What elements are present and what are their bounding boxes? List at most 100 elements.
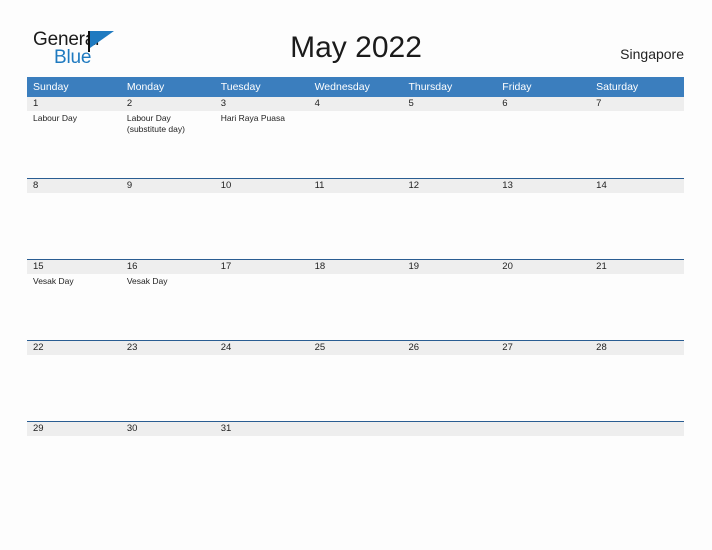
day-number: 15 (33, 261, 44, 272)
week-cells: 29 30 31 (27, 422, 684, 443)
day-number: 11 (314, 180, 325, 191)
day-number: 27 (502, 342, 513, 353)
event-list: Vesak Day (127, 276, 215, 287)
day-number: 14 (596, 180, 607, 191)
day-number: 3 (220, 98, 227, 109)
day-cell-10[interactable]: 10 (215, 179, 309, 259)
day-cell-11[interactable]: 11 (309, 179, 403, 259)
calendar-week-row: 22 23 24 25 26 27 28 (27, 340, 684, 421)
holiday-event: Hari Raya Puasa (220, 113, 285, 123)
day-cell-3[interactable]: 3 Hari Raya Puasa (215, 97, 309, 178)
day-cell-23[interactable]: 23 (121, 341, 215, 421)
day-cell-empty (402, 422, 496, 443)
day-number: 9 (126, 180, 133, 191)
day-number: 1 (33, 98, 39, 109)
event-list: Labour Day (33, 113, 121, 124)
page-header: General Blue May 2022 Singapore (0, 0, 712, 76)
day-cell-empty (590, 422, 684, 443)
calendar-week-row: 15 Vesak Day 16 Vesak Day 17 18 19 20 21 (27, 259, 684, 340)
day-cell-6[interactable]: 6 (496, 97, 590, 178)
event-list: Labour Day (substitute day) (127, 113, 215, 134)
day-cell-13[interactable]: 13 (496, 179, 590, 259)
day-of-week-wednesday: Wednesday (314, 81, 370, 93)
calendar-week-row: 1 Labour Day 2 Labour Day (substitute day) 3… (27, 97, 684, 178)
day-of-week-thursday: Thursday (408, 81, 453, 93)
day-cell-1[interactable]: 1 Labour Day (27, 97, 121, 178)
day-cell-26[interactable]: 26 (402, 341, 496, 421)
day-number: 12 (408, 180, 420, 191)
day-number: 30 (126, 423, 138, 434)
day-number: 18 (314, 261, 326, 272)
calendar-week-row: 29 30 31 (27, 421, 684, 443)
day-cell-19[interactable]: 19 (402, 260, 496, 340)
week-cells: 22 23 24 25 26 27 28 (27, 341, 684, 421)
day-number: 24 (220, 342, 232, 353)
calendar-page: General Blue May 2022 Singapore Sunday Mo… (0, 0, 712, 550)
day-number: 26 (408, 342, 420, 353)
day-of-week-tuesday: Tuesday (220, 81, 261, 93)
day-number: 22 (33, 342, 44, 353)
day-cell-2[interactable]: 2 Labour Day (substitute day) (121, 97, 215, 178)
holiday-event: Vesak Day (126, 276, 168, 286)
day-of-week-saturday: Saturday (596, 81, 639, 93)
day-cell-21[interactable]: 21 (590, 260, 684, 340)
event-list: Hari Raya Puasa (221, 113, 309, 124)
day-number: 21 (596, 261, 607, 272)
day-cell-25[interactable]: 25 (309, 341, 403, 421)
day-of-week-monday: Monday (126, 81, 165, 93)
day-of-week-sunday: Sunday (33, 81, 69, 93)
day-number: 23 (126, 342, 138, 353)
day-number: 16 (126, 261, 138, 272)
day-of-week-header: Sunday Monday Tuesday Wednesday Thursday Frid… (27, 77, 684, 97)
day-cell-24[interactable]: 24 (215, 341, 309, 421)
week-cells: 1 Labour Day 2 Labour Day (substitute day) 3… (27, 97, 684, 178)
holiday-event: Labour Day (substitute day) (126, 113, 185, 134)
day-cell-12[interactable]: 12 (402, 179, 496, 259)
day-number: 13 (502, 180, 513, 191)
day-cell-14[interactable]: 14 (590, 179, 684, 259)
day-number: 25 (314, 342, 326, 353)
day-cell-16[interactable]: 16 Vesak Day (121, 260, 215, 340)
day-number: 7 (596, 98, 602, 109)
day-cell-31[interactable]: 31 (215, 422, 309, 443)
day-number: 4 (314, 98, 320, 109)
day-number: 5 (408, 98, 414, 109)
calendar-week-row: 8 9 10 11 12 13 14 (27, 178, 684, 259)
day-cell-8[interactable]: 8 (27, 179, 121, 259)
day-of-week-friday: Friday (502, 81, 532, 93)
day-cell-15[interactable]: 15 Vesak Day (27, 260, 121, 340)
week-cells: 15 Vesak Day 16 Vesak Day 17 18 19 20 21 (27, 260, 684, 340)
day-number: 29 (33, 423, 44, 434)
day-cell-30[interactable]: 30 (121, 422, 215, 443)
region-label: Singapore (620, 46, 684, 62)
day-number: 8 (33, 180, 39, 191)
day-cell-9[interactable]: 9 (121, 179, 215, 259)
holiday-event: Vesak Day (33, 276, 74, 286)
day-number: 19 (408, 261, 420, 272)
event-list: Vesak Day (33, 276, 121, 287)
day-cell-22[interactable]: 22 (27, 341, 121, 421)
holiday-event: Labour Day (33, 113, 77, 123)
day-cell-17[interactable]: 17 (215, 260, 309, 340)
day-cell-empty (309, 422, 403, 443)
day-cell-5[interactable]: 5 (402, 97, 496, 178)
page-title: May 2022 (290, 31, 422, 64)
day-number: 31 (220, 423, 232, 434)
day-cell-20[interactable]: 20 (496, 260, 590, 340)
week-cells: 8 9 10 11 12 13 14 (27, 179, 684, 259)
calendar-grid: Sunday Monday Tuesday Wednesday Thursday Frid… (27, 77, 684, 443)
day-cell-18[interactable]: 18 (309, 260, 403, 340)
day-cell-4[interactable]: 4 (309, 97, 403, 178)
day-number: 10 (220, 180, 232, 191)
day-cell-7[interactable]: 7 (590, 97, 684, 178)
calendar-weeks: 1 Labour Day 2 Labour Day (substitute day) 3… (27, 97, 684, 443)
day-number: 28 (596, 342, 607, 353)
day-number: 2 (126, 98, 133, 109)
day-cell-27[interactable]: 27 (496, 341, 590, 421)
day-number: 17 (220, 261, 232, 272)
day-cell-empty (496, 422, 590, 443)
day-number: 20 (502, 261, 513, 272)
day-cell-28[interactable]: 28 (590, 341, 684, 421)
day-cell-29[interactable]: 29 (27, 422, 121, 443)
day-number: 6 (502, 98, 508, 109)
